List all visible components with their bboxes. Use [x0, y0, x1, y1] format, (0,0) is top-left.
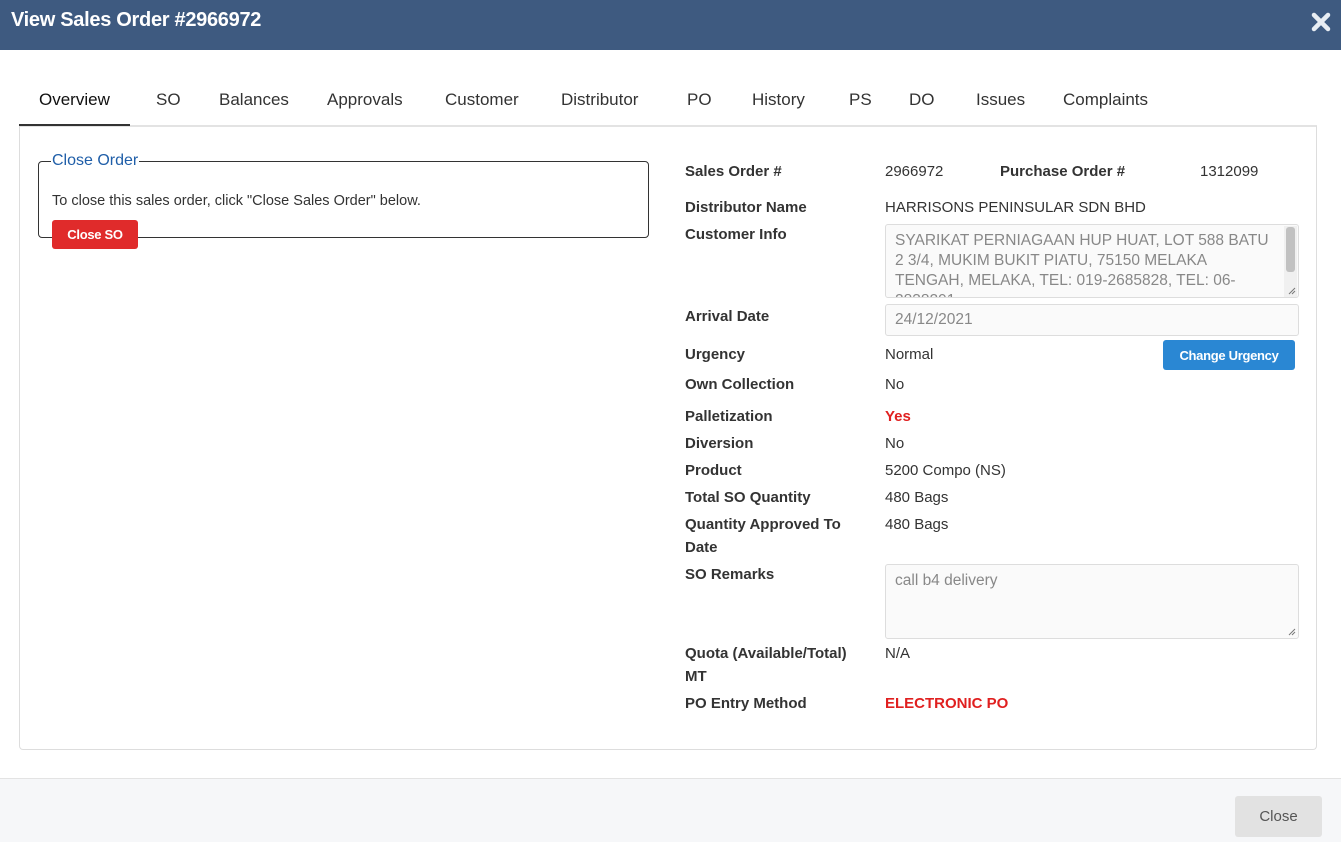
close-icon[interactable] [1309, 10, 1333, 34]
palletization-label: Palletization [685, 408, 773, 425]
customer-info-text: SYARIKAT PERNIAGAAN HUP HUAT, LOT 588 BA… [895, 232, 1269, 297]
quota-label: Quota (Available/Total) [685, 645, 847, 662]
sales-order-label: Sales Order # [685, 163, 782, 180]
quantity-approved-label-line2: Date [685, 539, 718, 556]
total-so-quantity-label: Total SO Quantity [685, 489, 811, 506]
dialog-header: View Sales Order #2966972 [0, 0, 1341, 50]
quota-value: N/A [885, 645, 911, 662]
tab-balances[interactable]: Balances [199, 76, 309, 124]
urgency-label: Urgency [685, 346, 746, 363]
tab-complaints[interactable]: Complaints [1043, 76, 1168, 124]
distributor-name-label: Distributor Name [685, 199, 807, 216]
own-collection-value: No [885, 376, 905, 393]
tab-customer[interactable]: Customer [425, 76, 539, 124]
tab-po[interactable]: PO [667, 76, 732, 124]
purchase-order-value: 1312099 [1200, 163, 1259, 180]
tab-do[interactable]: DO [889, 76, 955, 124]
tab-distributor[interactable]: Distributor [541, 76, 658, 124]
quota-label-line2: MT [685, 668, 707, 685]
tab-issues[interactable]: Issues [956, 76, 1045, 124]
quantity-approved-label: Quantity Approved To [685, 516, 841, 533]
customer-info-textarea[interactable]: SYARIKAT PERNIAGAAN HUP HUAT, LOT 588 BA… [885, 224, 1299, 298]
tab-approvals[interactable]: Approvals [307, 76, 423, 124]
customer-info-label: Customer Info [685, 226, 787, 243]
arrival-date-label: Arrival Date [685, 308, 770, 325]
po-entry-method-value: ELECTRONIC PO [885, 695, 1009, 712]
so-remarks-text: call b4 delivery [895, 572, 998, 589]
close-order-description: To close this sales order, click "Close … [52, 193, 421, 209]
tab-bar: Overview SO Balances Approvals Customer … [19, 76, 1317, 127]
total-so-quantity-value: 480 Bags [885, 489, 949, 506]
diversion-value: No [885, 435, 905, 452]
resize-grip-icon[interactable] [1288, 287, 1296, 295]
distributor-name-value: HARRISONS PENINSULAR SDN BHD [885, 199, 1146, 216]
own-collection-label: Own Collection [685, 376, 795, 393]
dialog-title: View Sales Order #2966972 [11, 9, 262, 31]
product-value: 5200 Compo (NS) [885, 462, 1006, 479]
close-order-legend: Close Order [52, 152, 139, 169]
tab-ps[interactable]: PS [829, 76, 892, 124]
close-button[interactable]: Close [1235, 796, 1322, 837]
sales-order-value: 2966972 [885, 163, 944, 180]
po-entry-method-label: PO Entry Method [685, 695, 807, 712]
close-order-section: Close Order To close this sales order, c… [38, 152, 649, 249]
dialog-footer [0, 778, 1341, 842]
tab-so[interactable]: SO [136, 76, 201, 124]
arrival-date-value: 24/12/2021 [895, 311, 973, 328]
change-urgency-button[interactable]: Change Urgency [1163, 340, 1295, 370]
resize-grip-icon[interactable] [1288, 628, 1296, 636]
purchase-order-label: Purchase Order # [1000, 163, 1126, 180]
quantity-approved-value: 480 Bags [885, 516, 949, 533]
product-label: Product [685, 462, 742, 479]
urgency-value: Normal [885, 346, 934, 363]
so-remarks-textarea[interactable]: call b4 delivery [885, 564, 1299, 639]
palletization-value: Yes [885, 408, 911, 425]
so-remarks-label: SO Remarks [685, 566, 775, 583]
tab-history[interactable]: History [732, 76, 825, 124]
diversion-label: Diversion [685, 435, 754, 452]
close-so-button[interactable]: Close SO [52, 220, 138, 249]
arrival-date-field[interactable]: 24/12/2021 [885, 304, 1299, 336]
tab-overview[interactable]: Overview [19, 76, 130, 126]
